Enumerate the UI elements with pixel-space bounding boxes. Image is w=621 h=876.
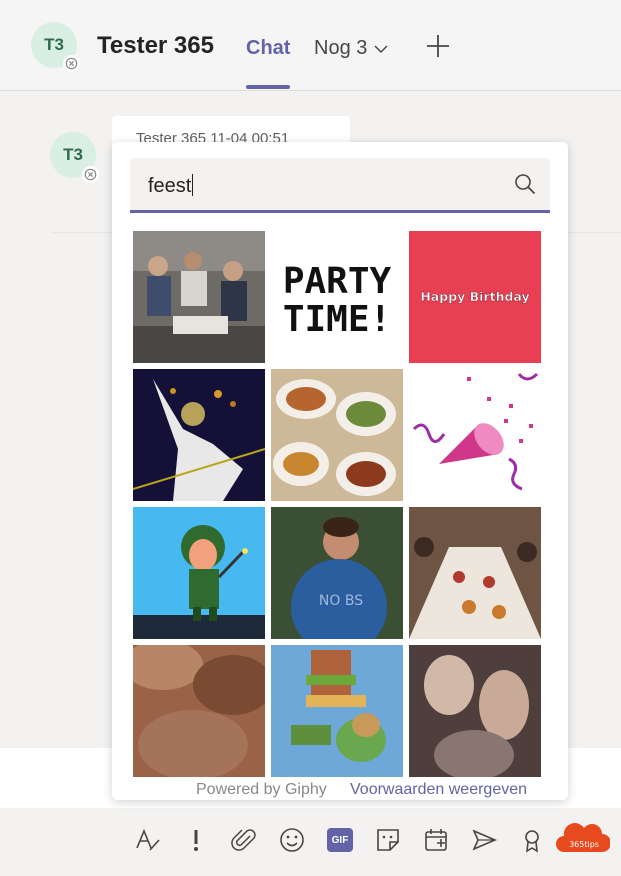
- status-icon: [82, 166, 99, 183]
- gif-party-popper[interactable]: [409, 369, 541, 501]
- svg-text:365tips: 365tips: [569, 840, 599, 849]
- powered-by-label: Powered by Giphy: [196, 781, 327, 798]
- tab-more-label: Nog 3: [314, 37, 368, 59]
- praise-icon[interactable]: [518, 826, 546, 854]
- svg-text:Happy Birthday: Happy Birthday: [420, 289, 529, 304]
- gif-party-time[interactable]: PARTY TIME!: [271, 231, 403, 363]
- gif-party-people[interactable]: [409, 645, 541, 777]
- stream-icon[interactable]: [470, 826, 498, 854]
- search-icon[interactable]: [513, 172, 537, 196]
- attach-icon[interactable]: [230, 826, 258, 854]
- emoji-icon[interactable]: [278, 826, 306, 854]
- status-icon: [63, 55, 80, 72]
- sticker-icon[interactable]: [374, 826, 402, 854]
- giphy-popup: feest PARTY TIME! Happy Birthday NO BS P…: [112, 142, 568, 800]
- tab-chat[interactable]: Chat: [246, 37, 290, 60]
- gif-icon[interactable]: GIF: [326, 826, 354, 854]
- terms-link[interactable]: Voorwaarden weergeven: [350, 781, 527, 799]
- gif-buffet[interactable]: [271, 369, 403, 501]
- search-value: feest: [148, 174, 194, 197]
- giphy-search-input[interactable]: feest: [130, 158, 550, 213]
- party-time-text: PARTY: [283, 261, 392, 302]
- page-title: Tester 365: [97, 32, 214, 59]
- gif-happy-birthday[interactable]: Happy Birthday: [409, 231, 541, 363]
- gif-cartoon-soldier[interactable]: [133, 507, 265, 639]
- 365tips-logo: 365tips: [556, 820, 611, 856]
- active-tab-indicator: [246, 85, 290, 89]
- gif-label: GIF: [327, 828, 353, 852]
- meeting-icon[interactable]: [422, 826, 450, 854]
- gif-dancing-woman[interactable]: NO BS: [271, 507, 403, 639]
- avatar-initials: T3: [63, 145, 83, 164]
- tab-more[interactable]: Nog 3: [314, 37, 389, 60]
- chat-header: T3 Tester 365 Chat Nog 3: [0, 0, 621, 91]
- gif-blurry-crowd[interactable]: [133, 645, 265, 777]
- format-icon[interactable]: [134, 826, 162, 854]
- gif-cake-face[interactable]: [133, 369, 265, 501]
- chevron-down-icon: [374, 44, 388, 53]
- gif-crowd-dancing[interactable]: [133, 231, 265, 363]
- important-icon[interactable]: [182, 826, 210, 854]
- add-tab-icon[interactable]: [425, 33, 451, 59]
- svg-text:NO BS: NO BS: [319, 593, 363, 609]
- avatar-initials: T3: [44, 35, 64, 54]
- gif-banquet[interactable]: [409, 507, 541, 639]
- svg-text:TIME!: TIME!: [283, 299, 391, 340]
- gif-cartoon-sandwich[interactable]: [271, 645, 403, 777]
